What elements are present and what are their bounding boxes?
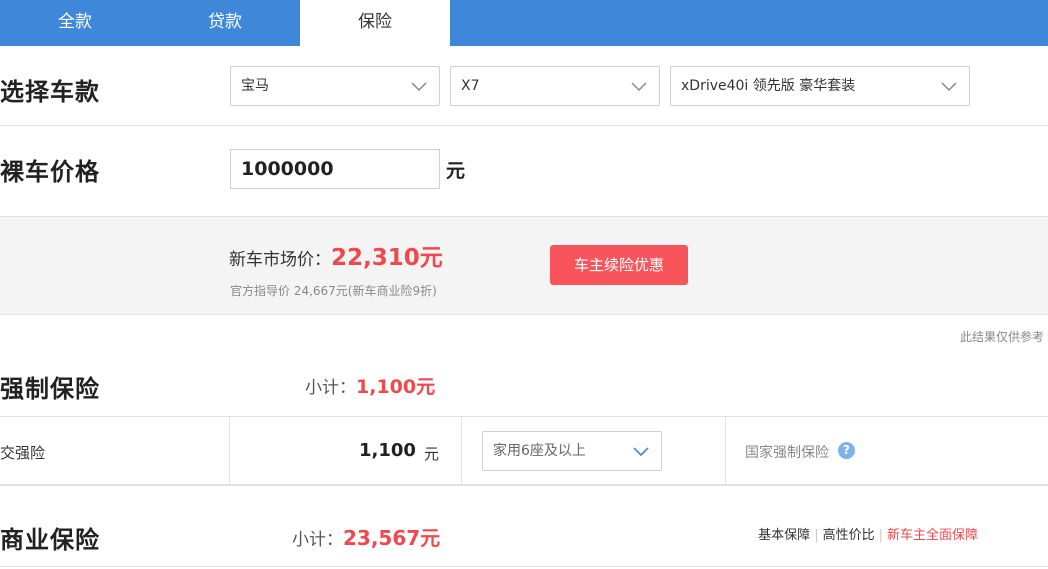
commercial-subtotal-value: 23,567元 xyxy=(343,526,441,550)
tab-loan[interactable]: 贷款 xyxy=(150,0,300,46)
select-model-title: 选择车款 xyxy=(0,78,100,106)
plan-value-link[interactable]: 高性价比 xyxy=(823,528,875,543)
market-price-label: 新车市场价： xyxy=(229,250,331,270)
link-separator: | xyxy=(814,528,819,543)
commercial-insurance-title: 商业保险 xyxy=(0,526,100,554)
brand-select-value: 宝马 xyxy=(241,78,269,94)
series-select[interactable]: X7 xyxy=(450,66,660,106)
divider xyxy=(229,416,230,486)
trim-select-value: xDrive40i 领先版 豪华套装 xyxy=(681,78,856,94)
compulsory-subtotal-value: 1,100元 xyxy=(356,376,436,398)
chevron-down-icon xyxy=(941,82,957,92)
seat-type-select[interactable]: 家用6座及以上 xyxy=(482,431,662,471)
coverage-plan-links: 基本保障 | 高性价比 | 新车主全面保障 xyxy=(758,524,978,543)
price-unit: 元 xyxy=(446,160,466,182)
brand-select[interactable]: 宝马 xyxy=(230,66,440,106)
chevron-down-icon xyxy=(633,447,649,457)
series-select-value: X7 xyxy=(461,78,480,94)
insurance-description: 国家强制保险 xyxy=(745,445,829,461)
divider xyxy=(461,416,462,486)
tab-insurance[interactable]: 保险 xyxy=(300,0,450,46)
divider xyxy=(0,125,1048,126)
calculator-tab-bar: 全款 贷款 保险 xyxy=(0,0,1048,46)
commercial-subtotal: 小计：23,567元 xyxy=(292,522,440,551)
renewal-discount-button[interactable]: 车主续险优惠 xyxy=(550,245,688,285)
seat-type-value: 家用6座及以上 xyxy=(493,443,586,459)
compulsory-insurance-title: 强制保险 xyxy=(0,375,100,403)
chevron-down-icon xyxy=(631,82,647,92)
market-price: 新车市场价：22,310元 xyxy=(229,238,443,272)
market-price-value: 22,310元 xyxy=(331,245,443,271)
question-mark-icon[interactable]: ? xyxy=(838,442,855,459)
insurance-amount: 1,100 xyxy=(359,440,416,461)
chevron-down-icon xyxy=(411,82,427,92)
subtotal-label: 小计： xyxy=(292,530,343,550)
disclaimer-text: 此结果仅供参考 xyxy=(959,330,1044,344)
plan-full-coverage-link[interactable]: 新车主全面保障 xyxy=(887,528,978,543)
tab-full-payment[interactable]: 全款 xyxy=(0,0,150,46)
amount-unit: 元 xyxy=(424,445,440,463)
plan-basic-link[interactable]: 基本保障 xyxy=(758,528,810,543)
bare-price-title: 裸车价格 xyxy=(0,158,100,186)
compulsory-subtotal: 小计：1,100元 xyxy=(305,372,435,399)
insurance-name: 交强险 xyxy=(0,444,46,462)
divider xyxy=(725,416,726,486)
subtotal-label: 小计： xyxy=(305,378,356,398)
official-price-note: 官方指导价 24,667元(新车商业险9折) xyxy=(230,284,437,298)
divider xyxy=(0,566,1048,567)
market-price-panel xyxy=(0,216,1048,315)
trim-select[interactable]: xDrive40i 领先版 豪华套装 xyxy=(670,66,970,106)
link-separator: | xyxy=(878,528,883,543)
bare-price-input[interactable] xyxy=(230,149,440,189)
